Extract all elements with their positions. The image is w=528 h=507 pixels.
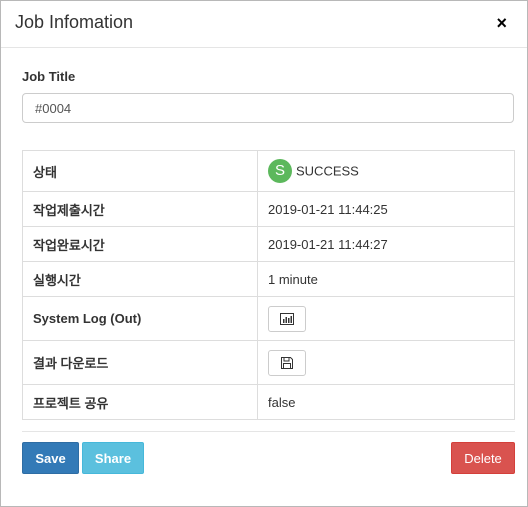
close-button[interactable]: × [496,13,507,33]
save-button[interactable]: Save [22,442,79,474]
download-cell [257,340,515,385]
project-share-label: 프로젝트 공유 [22,384,258,420]
job-info-table: 상태 S SUCCESS 작업제출시간 2019-01-21 11:44:25 작… [22,150,515,420]
table-row-run-time: 실행시간 1 minute [22,261,515,297]
footer-divider [22,431,515,432]
bar-chart-icon [280,312,294,325]
status-value: SUCCESS [296,163,359,179]
download-label: 결과 다운로드 [22,340,258,385]
submit-time-value: 2019-01-21 11:44:25 [257,191,515,227]
success-icon: S [268,159,292,183]
floppy-disk-icon [281,356,293,369]
modal-header: Job Infomation × [1,1,527,48]
system-log-button[interactable] [268,305,306,332]
delete-button[interactable]: Delete [451,442,515,474]
table-row-project-share: 프로젝트 공유 false [22,384,515,420]
table-row-status: 상태 S SUCCESS [22,150,515,192]
share-button[interactable]: Share [82,442,144,474]
run-time-label: 실행시간 [22,261,258,297]
system-log-label: System Log (Out) [22,296,258,341]
job-title-label: Job Title [22,69,76,84]
status-value-cell: S SUCCESS [257,150,515,192]
system-log-cell [257,296,515,341]
table-row-complete-time: 작업완료시간 2019-01-21 11:44:27 [22,226,515,262]
complete-time-value: 2019-01-21 11:44:27 [257,226,515,262]
project-share-value: false [257,384,515,420]
submit-time-label: 작업제출시간 [22,191,258,227]
table-row-submit-time: 작업제출시간 2019-01-21 11:44:25 [22,191,515,227]
status-label: 상태 [22,150,258,192]
download-button[interactable] [268,349,306,376]
complete-time-label: 작업완료시간 [22,226,258,262]
job-info-modal: Job Infomation × Job Title 상태 SSUCCESS 작… [0,0,528,507]
table-row-system-log: System Log (Out) [22,296,515,341]
run-time-value: 1 minute [257,261,515,297]
job-title-input[interactable] [22,93,514,123]
table-row-download: 결과 다운로드 [22,340,515,385]
modal-title: Job Infomation [15,12,134,32]
